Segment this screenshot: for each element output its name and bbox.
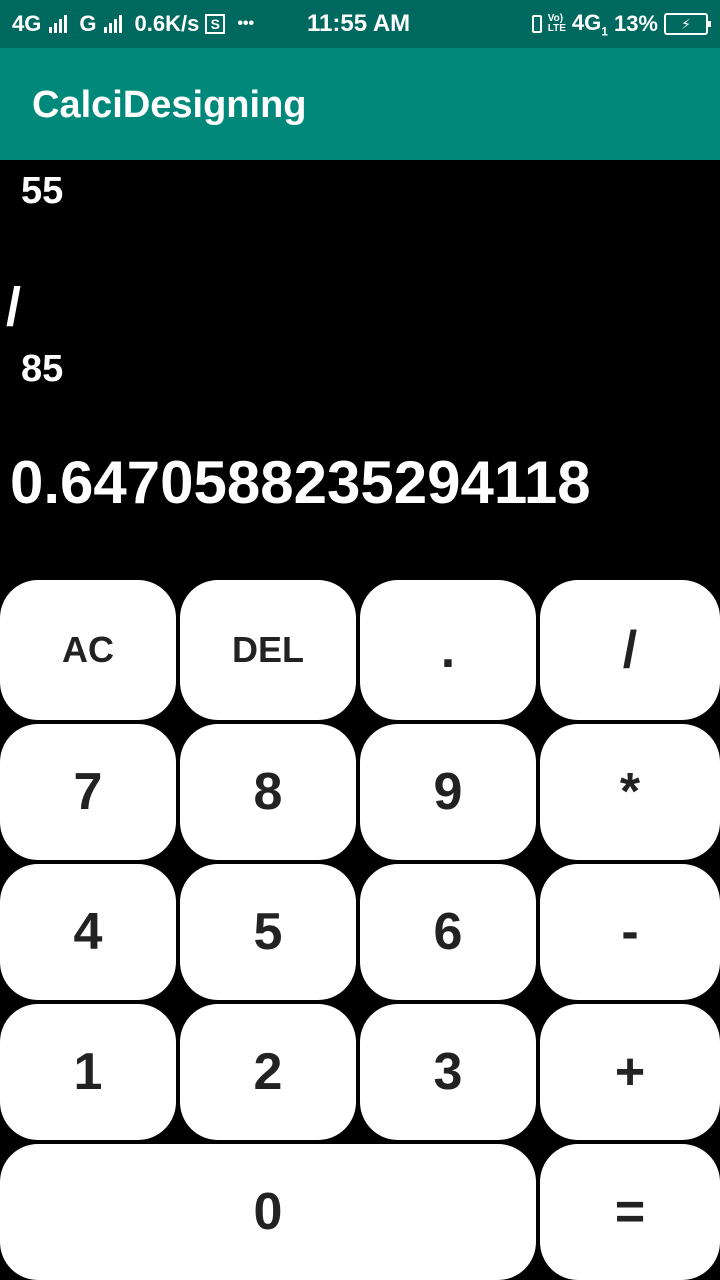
network-label-3: 4G1 [572,10,608,38]
multiply-button[interactable]: * [540,724,720,860]
divide-button[interactable]: / [540,580,720,720]
delete-button[interactable]: DEL [180,580,356,720]
network-label-2: G [79,11,97,36]
sim-label: 1 [601,24,608,39]
app-title: CalciDesigning [32,84,307,126]
equals-button[interactable]: = [540,1144,720,1280]
lte-label: LTE [547,23,566,34]
seven-button[interactable]: 7 [0,724,176,860]
five-button[interactable]: 5 [180,864,356,1000]
network-speed: 0.6K/s [134,11,200,36]
more-icon: ••• [237,15,255,32]
three-button[interactable]: 3 [360,1004,536,1140]
signal-icon [49,15,68,33]
plus-button[interactable]: + [540,1004,720,1140]
decimal-button[interactable]: . [360,580,536,720]
six-button[interactable]: 6 [360,864,536,1000]
status-time: 11:55 AM [307,10,411,37]
screenshot-icon: S [205,14,226,34]
battery-percent: 13% [613,11,658,36]
two-button[interactable]: 2 [180,1004,356,1140]
second-operand: 85 [21,348,64,390]
four-button[interactable]: 4 [0,864,176,1000]
signal-icon-2 [104,15,123,33]
volte-icon: Vo) LTE [548,14,566,34]
clear-button[interactable]: AC [0,580,176,720]
app-bar: CalciDesigning [0,48,720,160]
network-label-3-text: 4G [571,9,602,35]
nine-button[interactable]: 9 [360,724,536,860]
vibrate-icon [531,15,542,33]
charging-icon: ⚡ [681,16,691,32]
status-bar: 4G G 0.6K/s S ••• 11:55 AM Vo) LTE 4G1 1… [0,0,720,48]
minus-button[interactable]: - [540,864,720,1000]
operator-display: / [6,277,22,337]
status-right: Vo) LTE 4G1 13% ⚡ [531,0,711,48]
zero-button[interactable]: 0 [0,1144,536,1280]
result-display: 0.6470588235294118 [10,449,591,516]
eight-button[interactable]: 8 [180,724,356,860]
calculator-display: 55 / 85 0.6470588235294118 [0,160,720,580]
status-left: 4G G 0.6K/s S ••• [12,0,254,48]
battery-icon: ⚡ [664,13,711,35]
one-button[interactable]: 1 [0,1004,176,1140]
network-label-1: 4G [12,11,42,36]
first-operand: 55 [21,170,64,212]
